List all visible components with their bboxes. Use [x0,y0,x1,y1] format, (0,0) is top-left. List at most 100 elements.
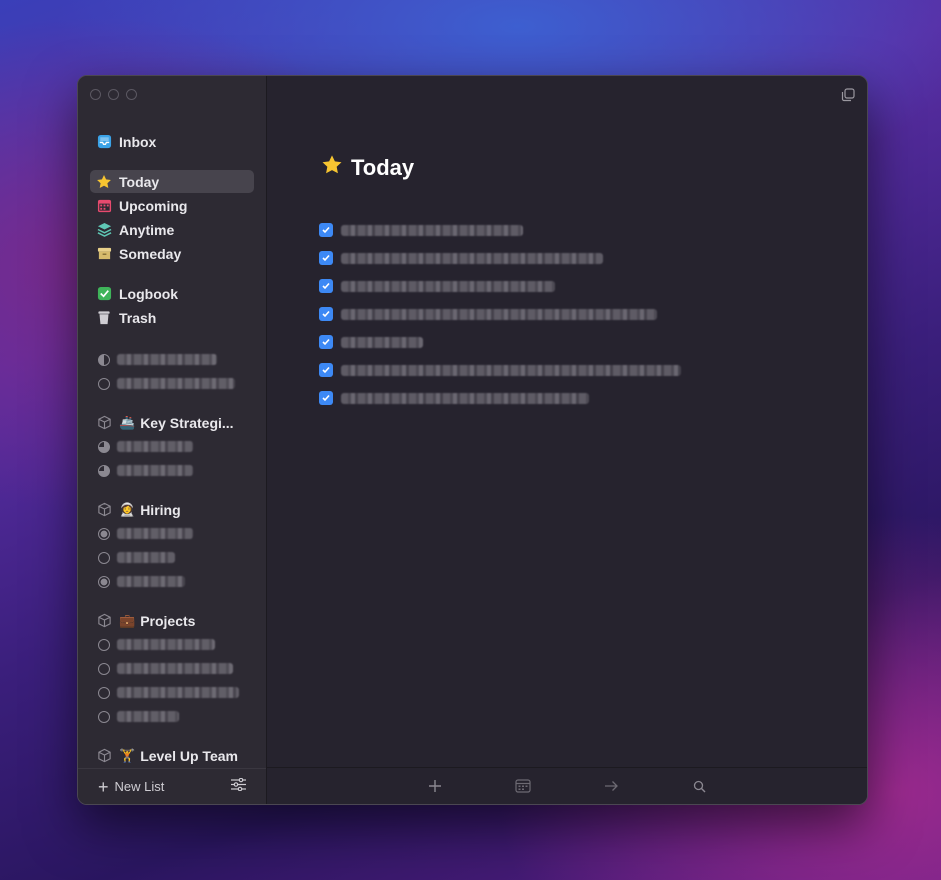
sidebar-item-someday[interactable]: Someday [90,242,254,265]
filter-settings-icon[interactable] [231,777,246,796]
project-progress-icon [98,464,110,477]
redacted-text [117,576,185,587]
archive-box-icon [96,246,112,262]
move-arrow-icon[interactable] [603,778,619,794]
sidebar-item-label: Today [119,173,160,190]
sidebar-item-trash[interactable]: Trash [90,306,254,329]
redacted-text [117,663,233,674]
sidebar-item-label: Anytime [119,221,175,238]
redacted-text [341,364,681,376]
sidebar-project[interactable] [90,681,254,704]
area-emoji: 💼 [119,612,136,628]
logbook-check-icon [96,286,112,302]
window-controls [90,89,137,100]
new-list-button[interactable]: + New List [98,778,164,796]
project-progress-icon [98,440,110,453]
area-label: Projects [140,612,196,629]
sidebar-project[interactable] [90,372,254,395]
sidebar-area[interactable]: 👩‍🚀 Hiring [90,498,254,521]
task-checkbox[interactable] [319,391,333,405]
redacted-text [341,308,657,320]
redacted-text [117,711,179,722]
close-window-button[interactable] [90,89,101,100]
area-emoji: 🚢 [119,414,136,430]
sidebar-item-label: Logbook [119,285,179,302]
sidebar-item-inbox[interactable]: Inbox [90,130,254,153]
sidebar-item-upcoming[interactable]: Upcoming [90,194,254,217]
area-label: Level Up Team [140,747,238,764]
sidebar-item-label: Trash [119,309,157,326]
redacted-text [117,639,215,650]
task-checkbox[interactable] [319,335,333,349]
redacted-text [341,252,603,264]
redacted-text [117,354,217,365]
new-list-label: New List [114,779,165,794]
sidebar-item-logbook[interactable]: Logbook [90,282,254,305]
page-title: Today [321,154,414,182]
project-progress-icon [98,527,110,540]
task-checkbox[interactable] [319,251,333,265]
project-progress-icon [98,551,110,564]
sidebar-item-label: Upcoming [119,197,188,214]
redacted-text [117,528,193,539]
plus-icon: + [98,776,109,797]
task-checkbox[interactable] [319,363,333,377]
project-progress-icon [98,662,110,675]
project-progress-icon [98,377,110,390]
task-checkbox[interactable] [319,307,333,321]
sidebar-project[interactable] [90,570,254,593]
sidebar-project[interactable] [90,459,254,482]
trash-icon [96,310,112,326]
area-emoji: 👩‍🚀 [119,501,136,517]
sidebar-project[interactable] [90,348,254,371]
redacted-text [341,336,423,348]
task-row[interactable] [319,216,759,244]
calendar-icon[interactable] [515,778,531,794]
task-row[interactable] [319,244,759,272]
sidebar-project[interactable] [90,522,254,545]
redacted-text [341,280,555,292]
redacted-text [117,441,193,452]
zoom-window-button[interactable] [126,89,137,100]
sidebar-project[interactable] [90,705,254,728]
duplicate-window-icon[interactable] [841,88,855,107]
redacted-text [117,378,235,389]
minimize-window-button[interactable] [108,89,119,100]
sidebar-footer: + New List [78,768,266,804]
calendar-icon [96,198,112,214]
main-content: Today [267,76,867,804]
sidebar: Inbox Today Upcoming Anytime Someday Log… [78,76,267,804]
app-window: Inbox Today Upcoming Anytime Someday Log… [77,75,868,805]
area-emoji: 🏋️ [119,747,136,763]
task-row[interactable] [319,356,759,384]
sidebar-area[interactable]: 💼 Projects [90,609,254,632]
area-cube-icon [96,613,112,629]
add-icon[interactable] [427,778,443,794]
redacted-text [341,392,589,404]
redacted-text [117,552,175,563]
star-icon [321,154,343,182]
star-icon [96,174,112,190]
task-checkbox[interactable] [319,223,333,237]
area-cube-icon [96,748,112,764]
sidebar-area[interactable]: 🚢 Key Strategi... [90,411,254,434]
task-row[interactable] [319,328,759,356]
sidebar-item-today[interactable]: Today [90,170,254,193]
task-row[interactable] [319,384,759,412]
search-icon[interactable] [691,778,707,794]
sidebar-project[interactable] [90,546,254,569]
task-checkbox[interactable] [319,279,333,293]
project-progress-icon [98,353,110,366]
sidebar-area[interactable]: 🏋️ Level Up Team [90,744,254,767]
sidebar-project[interactable] [90,435,254,458]
sidebar-item-anytime[interactable]: Anytime [90,218,254,241]
task-row[interactable] [319,272,759,300]
task-row[interactable] [319,300,759,328]
area-cube-icon [96,415,112,431]
sidebar-nav: Inbox Today Upcoming Anytime Someday Log… [90,130,254,768]
sidebar-project[interactable] [90,633,254,656]
sidebar-project[interactable] [90,657,254,680]
inbox-icon [96,134,112,150]
page-title-text: Today [351,155,415,180]
sidebar-item-label: Someday [119,245,182,262]
